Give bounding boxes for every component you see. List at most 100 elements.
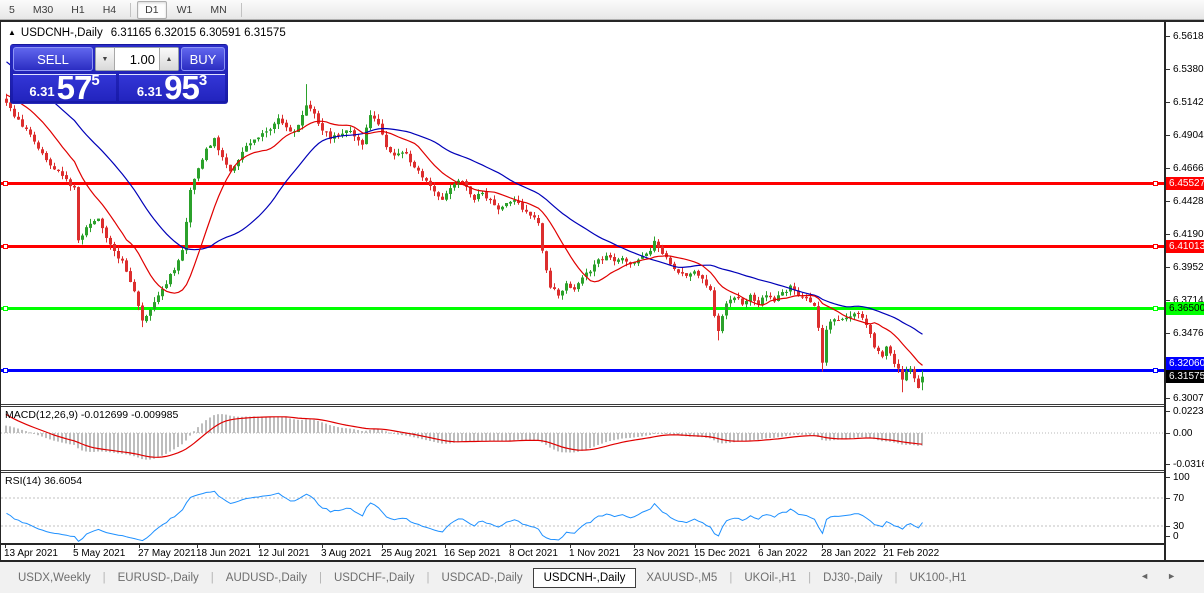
rsi-axis-label: 0 [1173, 531, 1179, 542]
price-axis-label: 6.44280 [1173, 195, 1204, 207]
price-axis-tick [1166, 299, 1170, 301]
price-axis-label: 6.49040 [1173, 129, 1204, 141]
sell-price-display: 6.31 57 5 [13, 69, 116, 106]
tab-dj30-daily[interactable]: DJ30-,Daily [817, 569, 888, 587]
volume-decrease-button[interactable]: ▼ [96, 48, 115, 70]
collapse-arrow-icon[interactable]: ▲ [8, 28, 16, 37]
tab-scroll-arrows: ◄► [1140, 571, 1194, 581]
price-axis-label: 6.39520 [1173, 261, 1204, 273]
tab-uk100-h1[interactable]: UK100-,H1 [904, 569, 973, 587]
price-axis-tick [1166, 233, 1170, 235]
buy-price-main: 95 [164, 69, 200, 106]
timeframe-toolbar: 5 M30 H1 H4 D1 W1 MN [0, 0, 1204, 20]
rsi-line [6, 490, 923, 542]
volume-spinner: ▼ ▲ [95, 47, 179, 71]
price-axis-tick [1166, 332, 1170, 334]
rsi-axis-tick [1166, 477, 1170, 478]
tab-scroll-left-icon[interactable]: ◄ [1140, 571, 1167, 581]
date-label: 25 Aug 2021 [381, 548, 438, 559]
timeframe-h1[interactable]: H1 [63, 1, 92, 19]
price-tag-6.41013: 6.41013 [1166, 239, 1204, 253]
rsi-axis-label: 70 [1173, 493, 1185, 504]
panel-separator [1, 470, 1204, 473]
tab-usdx-weekly[interactable]: USDX,Weekly [12, 569, 97, 587]
price-axis-tick [1166, 200, 1170, 202]
tab-separator: | [102, 571, 106, 584]
macd-axis-tick [1166, 411, 1170, 413]
timeframe-5[interactable]: 5 [1, 1, 23, 19]
macd-axis-label: -0.03169 [1173, 459, 1204, 471]
price-axis-tick [1166, 35, 1170, 37]
date-label: 18 Jun 2021 [196, 548, 252, 559]
symbol-tab-bar: USDX,Weekly | EURUSD-,Daily | AUDUSD-,Daily |… [0, 562, 1204, 593]
macd-axis-label: 0.02236 [1173, 406, 1204, 418]
price-axis-label: 6.51420 [1173, 96, 1204, 108]
rsi-axis-tick [1166, 536, 1170, 537]
date-label: 28 Jan 2022 [821, 548, 877, 559]
price-axis-tick [1166, 397, 1170, 399]
date-label: 12 Jul 2021 [258, 548, 310, 559]
tab-audusd-daily[interactable]: AUDUSD-,Daily [220, 569, 313, 587]
price-axis: 6.56180 6.53800 6.51420 6.49040 6.46660 6.442… [1164, 22, 1204, 560]
sell-button[interactable]: SELL [13, 47, 93, 71]
up-arrow-icon: ▲ [165, 55, 173, 63]
date-label: 16 Sep 2021 [444, 548, 501, 559]
buy-price-pip: 3 [198, 72, 208, 89]
date-label: 21 Feb 2022 [883, 548, 940, 559]
mt4-window: 5 M30 H1 H4 D1 W1 MN ▲ USDCNH-,Daily 6.31165 6.3… [0, 0, 1204, 593]
chart-title-bar: ▲ USDCNH-,Daily 6.31165 6.32015 6.30591 6.… [8, 27, 286, 39]
macd-axis-label: 0.00 [1173, 428, 1193, 439]
one-click-trading-panel: SELL ▼ ▲ BUY 6.31575 6.31 953 [10, 44, 228, 104]
tab-usdcad-daily[interactable]: USDCAD-,Daily [435, 569, 528, 587]
date-label: 3 Aug 2021 [321, 548, 372, 559]
date-label: 23 Nov 2021 [633, 548, 690, 559]
sell-price-pip: 5 [91, 72, 100, 89]
date-label: 6 Jan 2022 [758, 548, 808, 559]
tab-separator: | [808, 571, 812, 584]
volume-input[interactable] [115, 48, 159, 70]
timeframe-mn[interactable]: MN [202, 1, 234, 19]
timeframe-d1[interactable]: D1 [137, 0, 167, 19]
symbol-tabs: USDX,Weekly | EURUSD-,Daily | AUDUSD-,Daily |… [0, 567, 973, 588]
tab-scroll-right-icon[interactable]: ► [1167, 571, 1194, 581]
date-label: 13 Apr 2021 [4, 548, 58, 559]
price-axis-tick [1166, 134, 1170, 136]
macd-axis-tick [1166, 433, 1170, 434]
rsi-axis-tick [1166, 526, 1170, 527]
price-axis-tick [1166, 167, 1170, 169]
price-tag-6.45527: 6.45527 [1166, 177, 1204, 190]
macd-axis-tick [1166, 464, 1170, 466]
down-arrow-icon: ▼ [101, 55, 109, 63]
sell-price-main: 57 [56, 69, 93, 106]
rsi-panel[interactable]: RSI(14) 36.6054 [1, 473, 1164, 543]
tab-separator: | [729, 571, 733, 584]
date-label: 8 Oct 2021 [509, 548, 558, 559]
buy-button[interactable]: BUY [181, 47, 225, 71]
current-price-tag: 6.31575 [1166, 370, 1204, 384]
date-label: 5 May 2021 [73, 548, 126, 559]
date-label: 27 May 2021 [138, 548, 196, 559]
tab-eurusd-daily[interactable]: EURUSD-,Daily [112, 569, 205, 587]
price-axis-tick [1166, 266, 1170, 268]
sell-price-prefix: 6.31 [29, 84, 55, 99]
timeframe-m30[interactable]: M30 [25, 1, 61, 19]
tab-separator: | [894, 571, 898, 584]
timeframe-w1[interactable]: W1 [169, 1, 201, 19]
price-axis-label: 6.46660 [1173, 162, 1204, 174]
price-axis-label: 6.56180 [1173, 30, 1204, 42]
panel-separator [1, 543, 1204, 545]
chart-ohlc-values: 6.31165 6.32015 6.30591 6.31575 [110, 27, 286, 39]
price-tag-6.36500: 6.36500 [1166, 302, 1204, 315]
tab-ukoil-h1[interactable]: UKOil-,H1 [738, 569, 802, 587]
rsi-axis-label: 100 [1173, 472, 1190, 483]
rsi-axis-tick [1166, 498, 1170, 499]
chart-symbol-label: USDCNH-,Daily [20, 27, 103, 39]
price-axis-tick [1166, 68, 1170, 70]
tab-usdchf-daily[interactable]: USDCHF-,Daily [328, 569, 421, 587]
volume-increase-button[interactable]: ▲ [159, 48, 178, 70]
tab-xauusd-m5[interactable]: XAUUSD-,M5 [640, 569, 723, 587]
macd-panel[interactable]: MACD(12,26,9) -0.012699 -0.009985 [1, 407, 1164, 470]
timeframe-h4[interactable]: H4 [95, 1, 124, 19]
date-label: 1 Nov 2021 [569, 548, 621, 559]
tab-usdcnh-daily[interactable]: USDCNH-,Daily [532, 567, 637, 588]
